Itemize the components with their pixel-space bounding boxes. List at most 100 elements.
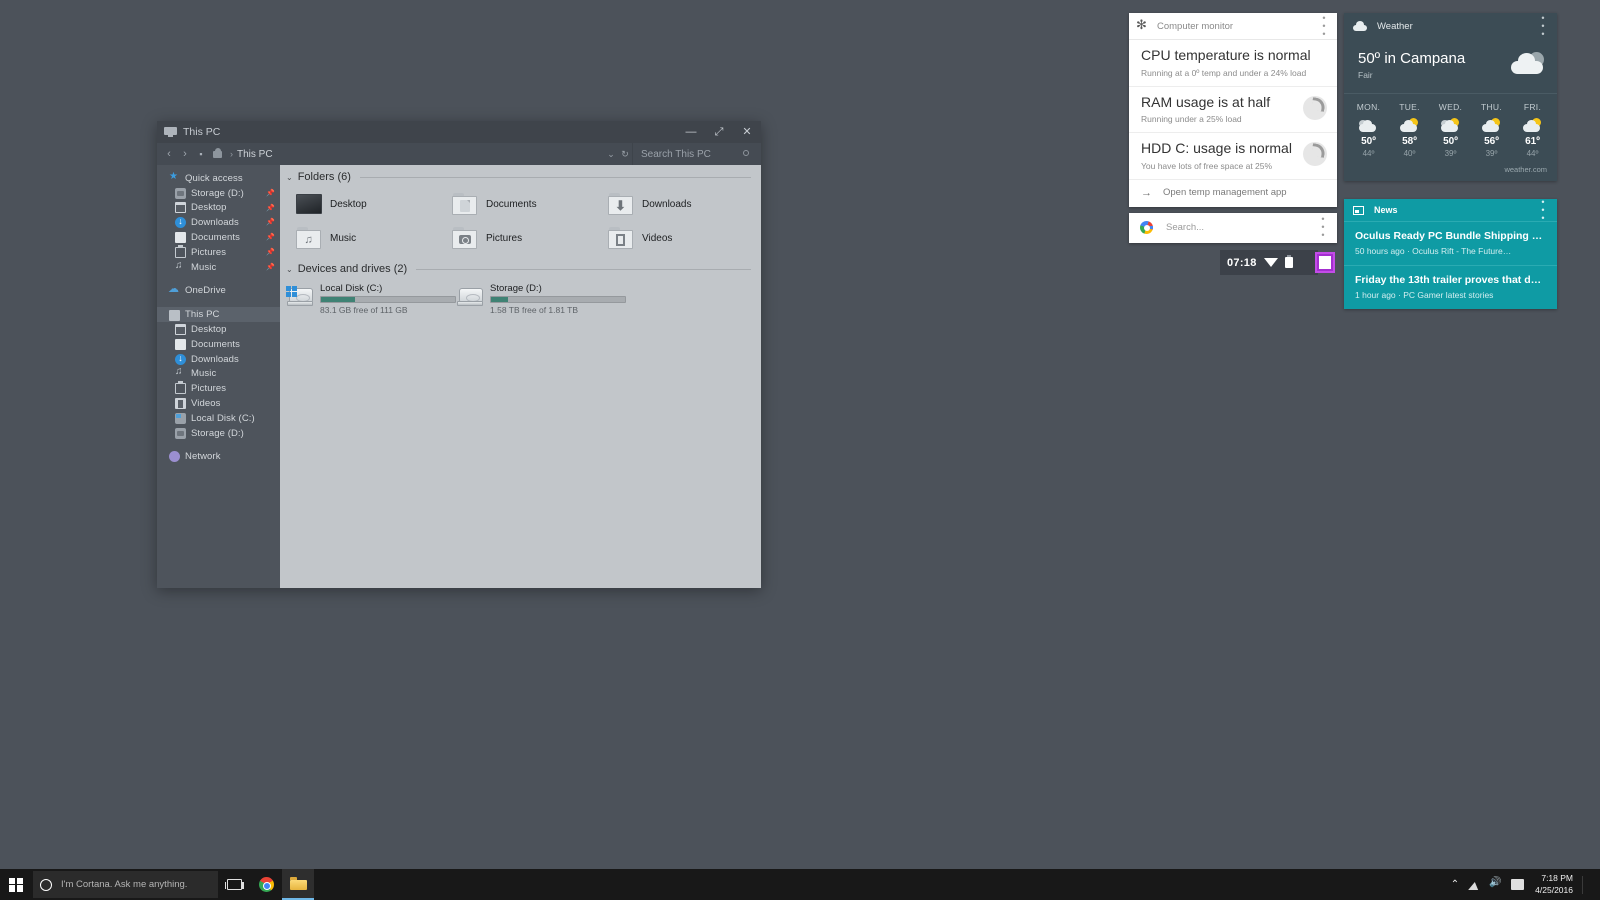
forecast-day-wed[interactable]: WED. 50º 39º	[1430, 102, 1471, 158]
chevron-down-icon[interactable]: ⌄	[604, 149, 618, 160]
drive-tile-storage-d[interactable]: Storage (D:) 1.58 TB free of 1.81 TB	[456, 281, 626, 315]
document-icon	[175, 232, 186, 244]
chevron-down-icon[interactable]: ⌄	[286, 265, 293, 274]
sidebar-item-pc-downloads[interactable]: Downloads	[157, 352, 280, 367]
minimize-button[interactable]: —	[677, 121, 705, 143]
pin-icon[interactable]: 📌	[266, 234, 275, 241]
sidebar-item-documents[interactable]: Documents 📌	[157, 230, 280, 245]
explorer-body: Quick access Storage (D:) 📌 Desktop 📌 Do…	[157, 165, 761, 588]
refresh-icon[interactable]: ↻	[618, 149, 632, 160]
navigation-pane: Quick access Storage (D:) 📌 Desktop 📌 Do…	[157, 165, 280, 588]
taskbar-chrome-button[interactable]	[250, 869, 282, 900]
forecast-day-tue[interactable]: TUE. 58º 40º	[1389, 102, 1430, 158]
folder-tile-downloads[interactable]: ⬇ Downloads	[598, 187, 754, 221]
back-button[interactable]: ‹	[161, 148, 177, 160]
sidebar-item-label: Network	[185, 451, 221, 463]
sidebar-item-network[interactable]: Network	[157, 450, 280, 465]
forecast-day-fri[interactable]: FRI. 61º 44º	[1512, 102, 1553, 158]
folder-tile-videos[interactable]: Videos	[598, 221, 754, 255]
weather-current[interactable]: 50º in Campana Fair	[1344, 40, 1557, 94]
folders-group-header[interactable]: ⌄ Folders (6)	[280, 171, 761, 183]
card-row-hdd[interactable]: HDD C: usage is normal You have lots of …	[1129, 133, 1337, 180]
sidebar-item-music[interactable]: Music 📌	[157, 260, 280, 275]
task-view-button[interactable]	[218, 869, 250, 900]
forecast-day-thu[interactable]: THU. 56º 39º	[1471, 102, 1512, 158]
breadcrumb-path[interactable]: This PC	[237, 149, 604, 160]
cortana-search-box[interactable]: I'm Cortana. Ask me anything.	[33, 871, 218, 898]
sidebar-item-downloads[interactable]: Downloads 📌	[157, 215, 280, 230]
pin-icon[interactable]: 📌	[266, 249, 275, 256]
sidebar-item-quick-access[interactable]: Quick access	[157, 171, 280, 186]
sidebar-item-pc-videos[interactable]: Videos	[157, 396, 280, 411]
chevron-down-icon[interactable]: ⌄	[286, 173, 293, 182]
clock[interactable]: 7:18 PM 4/25/2016	[1533, 873, 1573, 895]
sidebar-item-pc-storage-d[interactable]: Storage (D:)	[157, 426, 280, 441]
maximize-button[interactable]: ⤢	[705, 121, 733, 143]
disk-icon	[456, 286, 484, 308]
day-low: 39º	[1485, 149, 1498, 158]
sidebar-item-pc-pictures[interactable]: Pictures	[157, 381, 280, 396]
start-button[interactable]	[0, 869, 32, 900]
sidebar-item-storage-d[interactable]: Storage (D:) 📌	[157, 186, 280, 201]
news-icon	[1353, 205, 1364, 215]
pin-icon[interactable]: 📌	[266, 264, 275, 271]
weather-forecast: MON. 50º 44º TUE. 58º 40º WED. 50º 39º T…	[1344, 94, 1557, 160]
show-desktop-button[interactable]	[1582, 875, 1591, 894]
forecast-day-mon[interactable]: MON. 50º 44º	[1348, 102, 1389, 158]
sidebar-item-pc-music[interactable]: Music	[157, 366, 280, 382]
star-icon	[169, 171, 180, 184]
document-icon	[175, 338, 186, 350]
drive-tile-local-disk-c[interactable]: Local Disk (C:) 83.1 GB free of 111 GB	[286, 281, 456, 315]
sidebar-item-pc-documents[interactable]: Documents	[157, 337, 280, 352]
sidebar-item-label: Storage (D:)	[191, 427, 244, 439]
sidebar-item-pc-local-disk-c[interactable]: Local Disk (C:)	[157, 411, 280, 426]
kebab-menu-icon[interactable]: • • •	[1319, 13, 1329, 38]
card-row-title: CPU temperature is normal	[1141, 47, 1311, 63]
taskbar-file-explorer-button[interactable]	[282, 869, 314, 900]
sidebar-item-label: Desktop	[191, 324, 227, 336]
purple-app-icon[interactable]	[1315, 252, 1335, 273]
search-placeholder: Search...	[1166, 222, 1205, 233]
chevron-up-icon[interactable]: ⌃	[1451, 879, 1459, 890]
this-pc-breadcrumb-icon[interactable]	[211, 148, 224, 160]
sidebar-item-desktop[interactable]: Desktop 📌	[157, 201, 280, 216]
folder-tile-desktop[interactable]: Desktop	[286, 187, 442, 221]
open-temp-management-app-button[interactable]: → Open temp management app	[1129, 180, 1337, 207]
news-item[interactable]: Friday the 13th trailer proves that door…	[1344, 265, 1557, 309]
folder-tile-pictures[interactable]: Pictures	[442, 221, 598, 255]
card-row-ram[interactable]: RAM usage is at half Running under a 25%…	[1129, 87, 1337, 133]
weather-credit[interactable]: weather.com	[1344, 160, 1557, 181]
local-disk-icon	[286, 286, 314, 308]
sidebar-item-pc-desktop[interactable]: Desktop	[157, 322, 280, 337]
kebab-menu-icon[interactable]: • • •	[1538, 197, 1548, 222]
pin-icon[interactable]: 📌	[266, 219, 275, 226]
close-button[interactable]: ✕	[733, 121, 761, 143]
folder-tile-documents[interactable]: Documents	[442, 187, 598, 221]
sidebar-item-pictures[interactable]: Pictures 📌	[157, 244, 280, 260]
kebab-menu-icon[interactable]: • • •	[1538, 14, 1548, 39]
system-tray: ⌃ 7:18 PM 4/25/2016	[1451, 869, 1600, 900]
kebab-menu-icon[interactable]: • • •	[1318, 215, 1328, 240]
drives-group-header[interactable]: ⌄ Devices and drives (2)	[280, 263, 761, 275]
google-logo-icon	[1140, 221, 1153, 234]
task-view-icon	[224, 879, 244, 890]
pin-icon[interactable]: 📌	[266, 190, 275, 197]
folder-tile-music[interactable]: ♫ Music	[286, 221, 442, 255]
action-center-icon[interactable]	[1511, 879, 1525, 890]
sidebar-item-onedrive[interactable]: OneDrive	[157, 282, 280, 299]
sidebar-item-this-pc[interactable]: This PC	[157, 307, 280, 323]
sidebar-item-label: Pictures	[191, 383, 227, 395]
card-row-cpu[interactable]: CPU temperature is normal Running at a 0…	[1129, 40, 1337, 87]
google-search-box[interactable]: Search... • • •	[1129, 212, 1337, 243]
wifi-icon[interactable]	[1468, 880, 1481, 890]
card-header: Computer monitor •••	[1129, 13, 1337, 40]
up-button[interactable]: ▪	[193, 149, 209, 159]
forward-button[interactable]: ›	[177, 148, 193, 160]
drive-free-space: 1.58 TB free of 1.81 TB	[490, 305, 579, 315]
news-item[interactable]: Oculus Ready PC Bundle Shipping Meg… 50 …	[1344, 221, 1557, 265]
search-input[interactable]: Search This PC	[632, 143, 757, 165]
day-high: 56º	[1484, 136, 1499, 147]
speaker-icon[interactable]	[1489, 877, 1502, 890]
pin-icon[interactable]: 📌	[266, 205, 275, 212]
